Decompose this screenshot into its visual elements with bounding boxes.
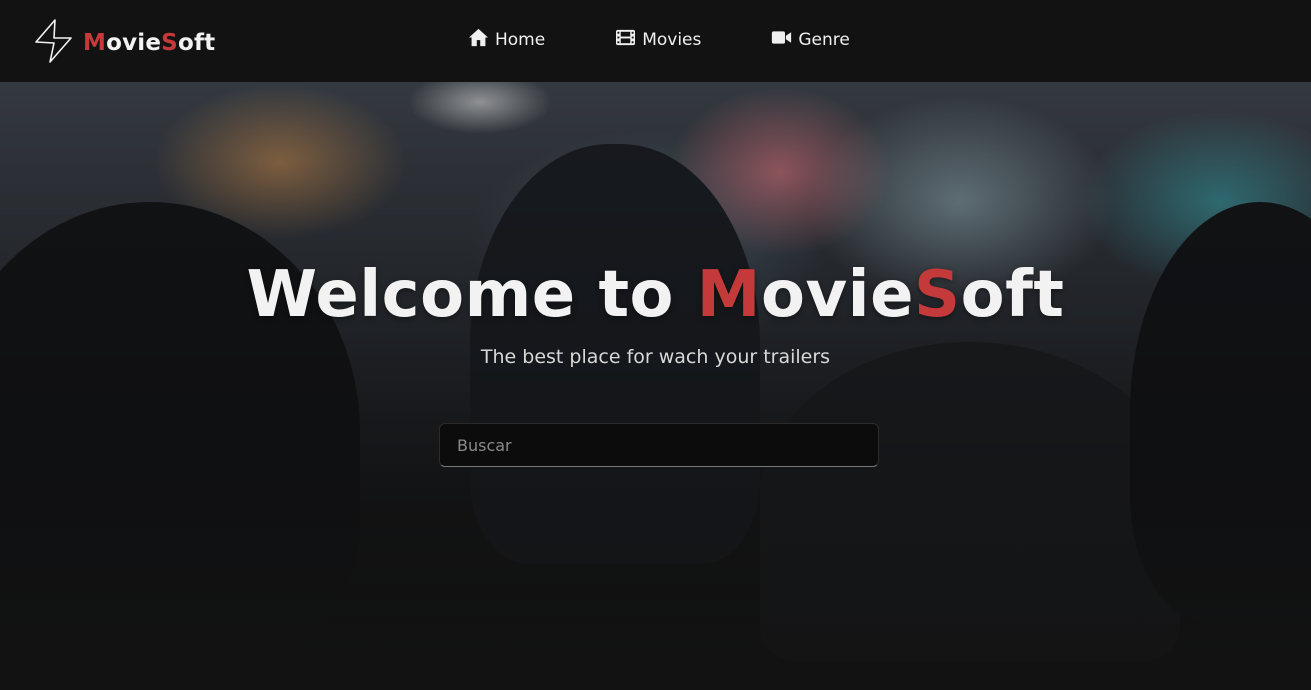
hero-title-prefix: Welcome to [246,258,697,332]
lightning-bolt-icon [33,18,75,68]
brand-name-part: S [161,30,178,56]
brand-name-part: ovie [106,30,162,56]
nav-item-label: Home [495,30,546,50]
nav-item-genre[interactable]: Genre [771,28,850,52]
hero-subtitle: The best place for wach your trailers [480,346,831,368]
brand-logo[interactable]: MovieSoft [33,18,215,68]
navbar: MovieSoft Home Movies Genre [0,0,1311,82]
hero-title-part: ovie [760,258,914,332]
nav-item-movies[interactable]: Movies [615,28,701,52]
nav-item-home[interactable]: Home [468,28,545,52]
home-icon [468,28,495,52]
brand-name-part: oft [177,30,216,56]
hero-title-part: M [696,258,761,332]
main-nav: Home Movies Genre [468,28,850,52]
video-camera-icon [771,28,798,52]
hero-section: Welcome to MovieSoft The best place for … [0,82,1311,690]
hero-title-part: oft [960,258,1065,332]
brand-name: MovieSoft [83,30,215,56]
hero-title: Welcome to MovieSoft [0,258,1311,332]
nav-item-label: Movies [642,30,702,50]
brand-name-part: M [83,30,107,56]
search-input[interactable] [439,423,879,467]
nav-item-label: Genre [798,30,850,50]
film-icon [615,28,642,52]
background-overlay [0,82,1311,690]
hero-title-part: S [914,258,961,332]
